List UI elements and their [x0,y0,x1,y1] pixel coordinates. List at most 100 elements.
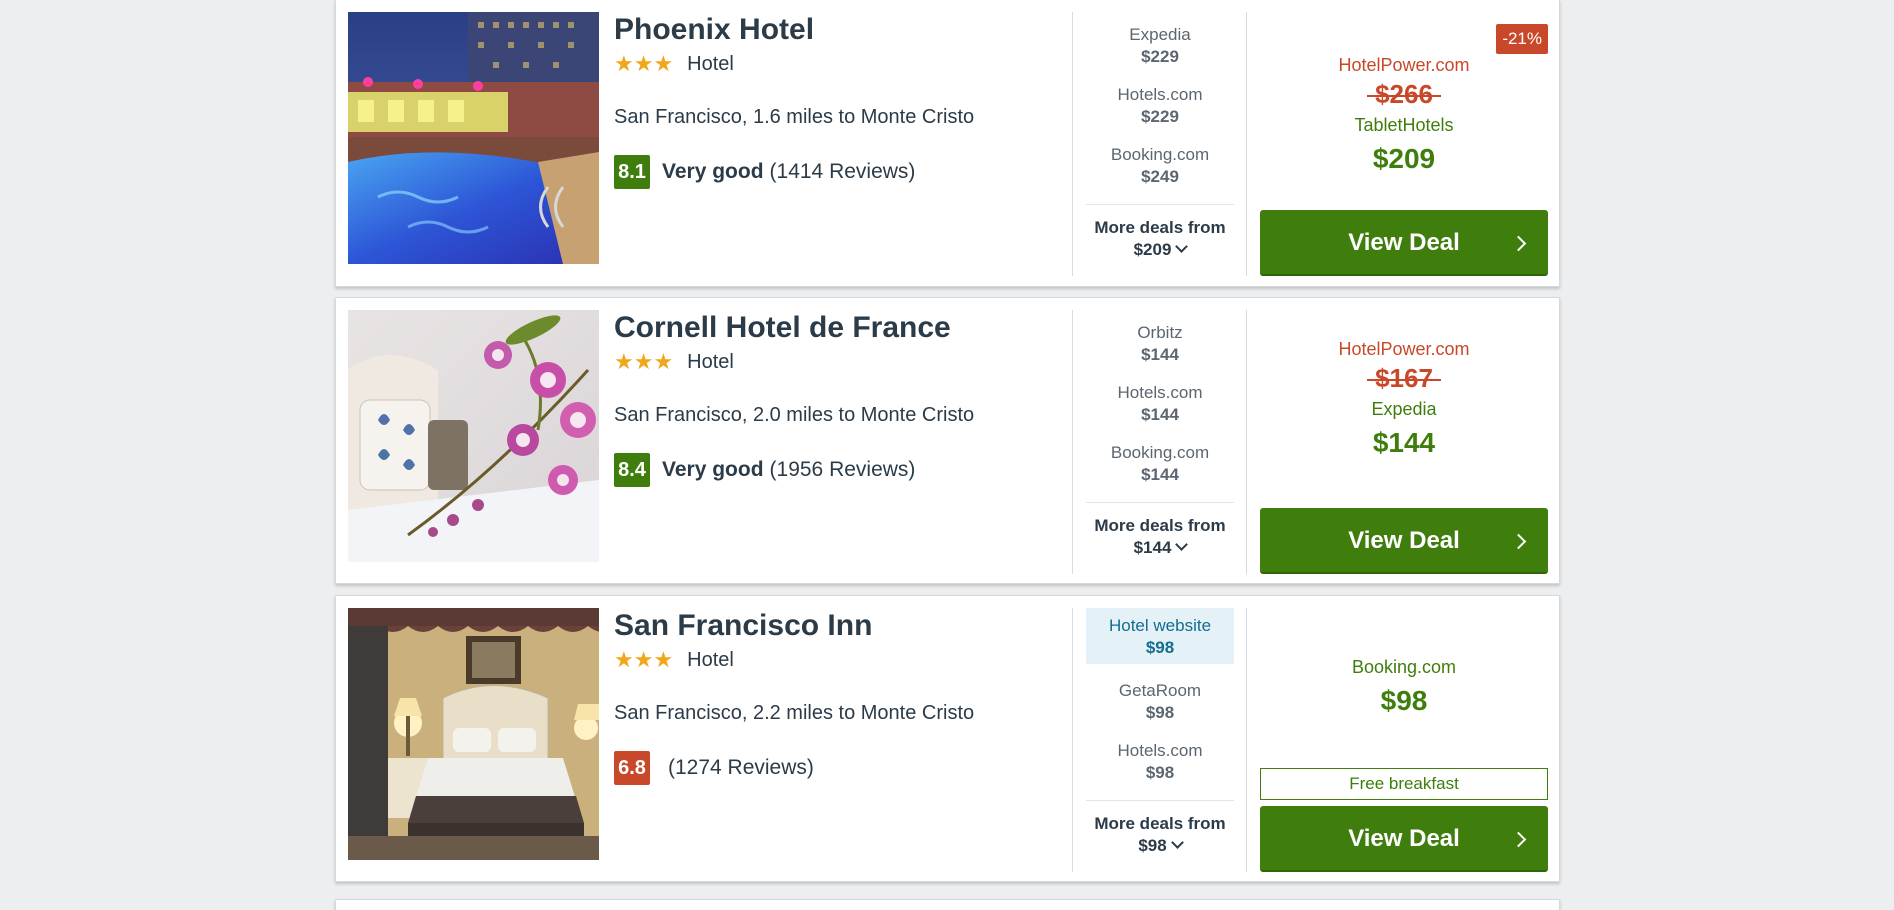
provider-price-item-highlighted[interactable]: Hotel website $98 [1086,608,1234,664]
property-type: Hotel [687,350,734,373]
provider-price: $144 [1141,465,1179,484]
chevron-right-icon [1510,235,1527,252]
hotel-info: Cornell Hotel de France ★★★ Hotel San Fr… [614,310,1064,487]
hotel-name[interactable]: Cornell Hotel de France [614,310,1064,346]
provider-price: $229 [1141,107,1179,126]
provider-price-list: Expedia $229 Hotels.com $229 Booking.com… [1086,12,1234,192]
more-deals-price: $209 [1133,240,1172,259]
pool-photo-image [348,12,599,264]
rating-row: 8.4 Very good (1956 Reviews) [614,453,1064,487]
stars-row: ★★★ Hotel [614,348,1064,376]
deal-panel: Booking.com $98 Free breakfast View Deal [1260,608,1548,872]
best-price: $144 [1372,427,1436,458]
more-deals-link[interactable]: More deals from $209 [1086,204,1234,261]
deal-panel: HotelPower.com $167 Expedia $144 View De… [1260,310,1548,574]
hotel-card-cornell: Cornell Hotel de France ★★★ Hotel San Fr… [335,297,1560,584]
provider-price-item[interactable]: Hotels.com $144 [1086,370,1234,430]
provider-name: Hotels.com [1117,741,1203,760]
star-rating-icon: ★★★ [614,349,674,374]
best-provider: TabletHotels [1354,115,1454,135]
provider-name: Booking.com [1110,145,1210,164]
more-deals-label: More deals from [1094,218,1226,237]
provider-price-item[interactable]: Hotels.com $98 [1086,728,1234,788]
hotel-card-next-partial [335,899,1560,910]
property-type: Hotel [687,648,734,671]
provider-price: $144 [1141,345,1179,364]
provider-name: Orbitz [1137,323,1183,342]
more-deals-label: More deals from [1094,814,1226,833]
hotel-photo[interactable] [348,310,599,562]
divider [1246,12,1247,276]
divider [1072,608,1073,872]
provider-name: Hotel website [1108,616,1212,635]
deal-prices: HotelPower.com $266 TabletHotels $209 [1260,54,1548,176]
hotel-card-sf-inn: San Francisco Inn ★★★ Hotel San Francisc… [335,595,1560,882]
more-deals-link[interactable]: More deals from $98 [1086,800,1234,857]
provider-price-list: Hotel website $98 GetaRoom $98 Hotels.co… [1086,608,1234,788]
property-type: Hotel [687,52,734,75]
hotel-name[interactable]: Phoenix Hotel [614,12,1064,48]
best-provider: Booking.com [1351,657,1457,677]
view-deal-button[interactable]: View Deal [1260,508,1548,574]
divider [1246,608,1247,872]
review-count[interactable]: (1414 Reviews) [770,160,916,184]
provider-price: $98 [1145,763,1175,782]
old-provider: HotelPower.com [1338,55,1470,75]
chevron-right-icon [1510,533,1527,550]
review-score-badge: 6.8 [614,751,650,785]
review-count[interactable]: (1274 Reviews) [668,756,814,780]
best-price: $209 [1372,143,1436,174]
hotel-location: San Francisco, 2.2 miles to Monte Cristo [614,702,975,724]
provider-price-item[interactable]: Booking.com $249 [1086,132,1234,192]
deal-panel: -21% HotelPower.com $266 TabletHotels $2… [1260,12,1548,276]
hotel-info: Phoenix Hotel ★★★ Hotel San Francisco, 1… [614,12,1064,189]
view-deal-button[interactable]: View Deal [1260,806,1548,872]
review-count[interactable]: (1956 Reviews) [770,458,916,482]
divider [1072,12,1073,276]
hotel-photo[interactable] [348,608,599,860]
more-deals-label: More deals from [1094,516,1226,535]
view-deal-label: View Deal [1348,229,1460,256]
review-score-badge: 8.1 [614,155,650,189]
provider-price-item[interactable]: GetaRoom $98 [1086,668,1234,728]
stars-row: ★★★ Hotel [614,646,1064,674]
deal-prices: HotelPower.com $167 Expedia $144 [1260,338,1548,460]
hotel-location: San Francisco, 2.0 miles to Monte Cristo [614,404,975,426]
provider-price: $249 [1141,167,1179,186]
room-photo-image [348,608,599,860]
rating-row: 8.1 Very good (1414 Reviews) [614,155,1064,189]
best-price: $98 [1380,685,1428,716]
hotel-photo[interactable] [348,12,599,264]
more-deals-price: $144 [1133,538,1172,557]
hotel-name[interactable]: San Francisco Inn [614,608,1064,644]
old-provider: HotelPower.com [1338,339,1470,359]
rating-label: Very good [662,458,764,481]
view-deal-label: View Deal [1348,825,1460,852]
chevron-down-icon [1170,836,1184,849]
provider-price-item[interactable]: Hotels.com $229 [1086,72,1234,132]
provider-price: $229 [1141,47,1179,66]
provider-name: GetaRoom [1118,681,1202,700]
chevron-right-icon [1510,831,1527,848]
old-price: $266 [1367,79,1441,109]
provider-price-item[interactable]: Orbitz $144 [1086,310,1234,370]
hotel-card-phoenix: Phoenix Hotel ★★★ Hotel San Francisco, 1… [335,0,1560,287]
view-deal-button[interactable]: View Deal [1260,210,1548,276]
hotel-location: San Francisco, 1.6 miles to Monte Cristo [614,106,975,128]
chevron-down-icon [1175,538,1189,551]
star-rating-icon: ★★★ [614,647,674,672]
hotel-info: San Francisco Inn ★★★ Hotel San Francisc… [614,608,1064,785]
divider [1246,310,1247,574]
provider-price-list: Orbitz $144 Hotels.com $144 Booking.com … [1086,310,1234,490]
provider-name: Expedia [1129,25,1191,44]
more-deals-link[interactable]: More deals from $144 [1086,502,1234,559]
divider [1072,310,1073,574]
rating-row: 6.8 (1274 Reviews) [614,751,1064,785]
review-score-badge: 8.4 [614,453,650,487]
provider-price-item[interactable]: Expedia $229 [1086,12,1234,72]
orchid-photo-image [348,310,599,562]
star-rating-icon: ★★★ [614,51,674,76]
best-provider: Expedia [1371,399,1437,419]
provider-name: Hotels.com [1117,383,1203,402]
provider-price-item[interactable]: Booking.com $144 [1086,430,1234,490]
